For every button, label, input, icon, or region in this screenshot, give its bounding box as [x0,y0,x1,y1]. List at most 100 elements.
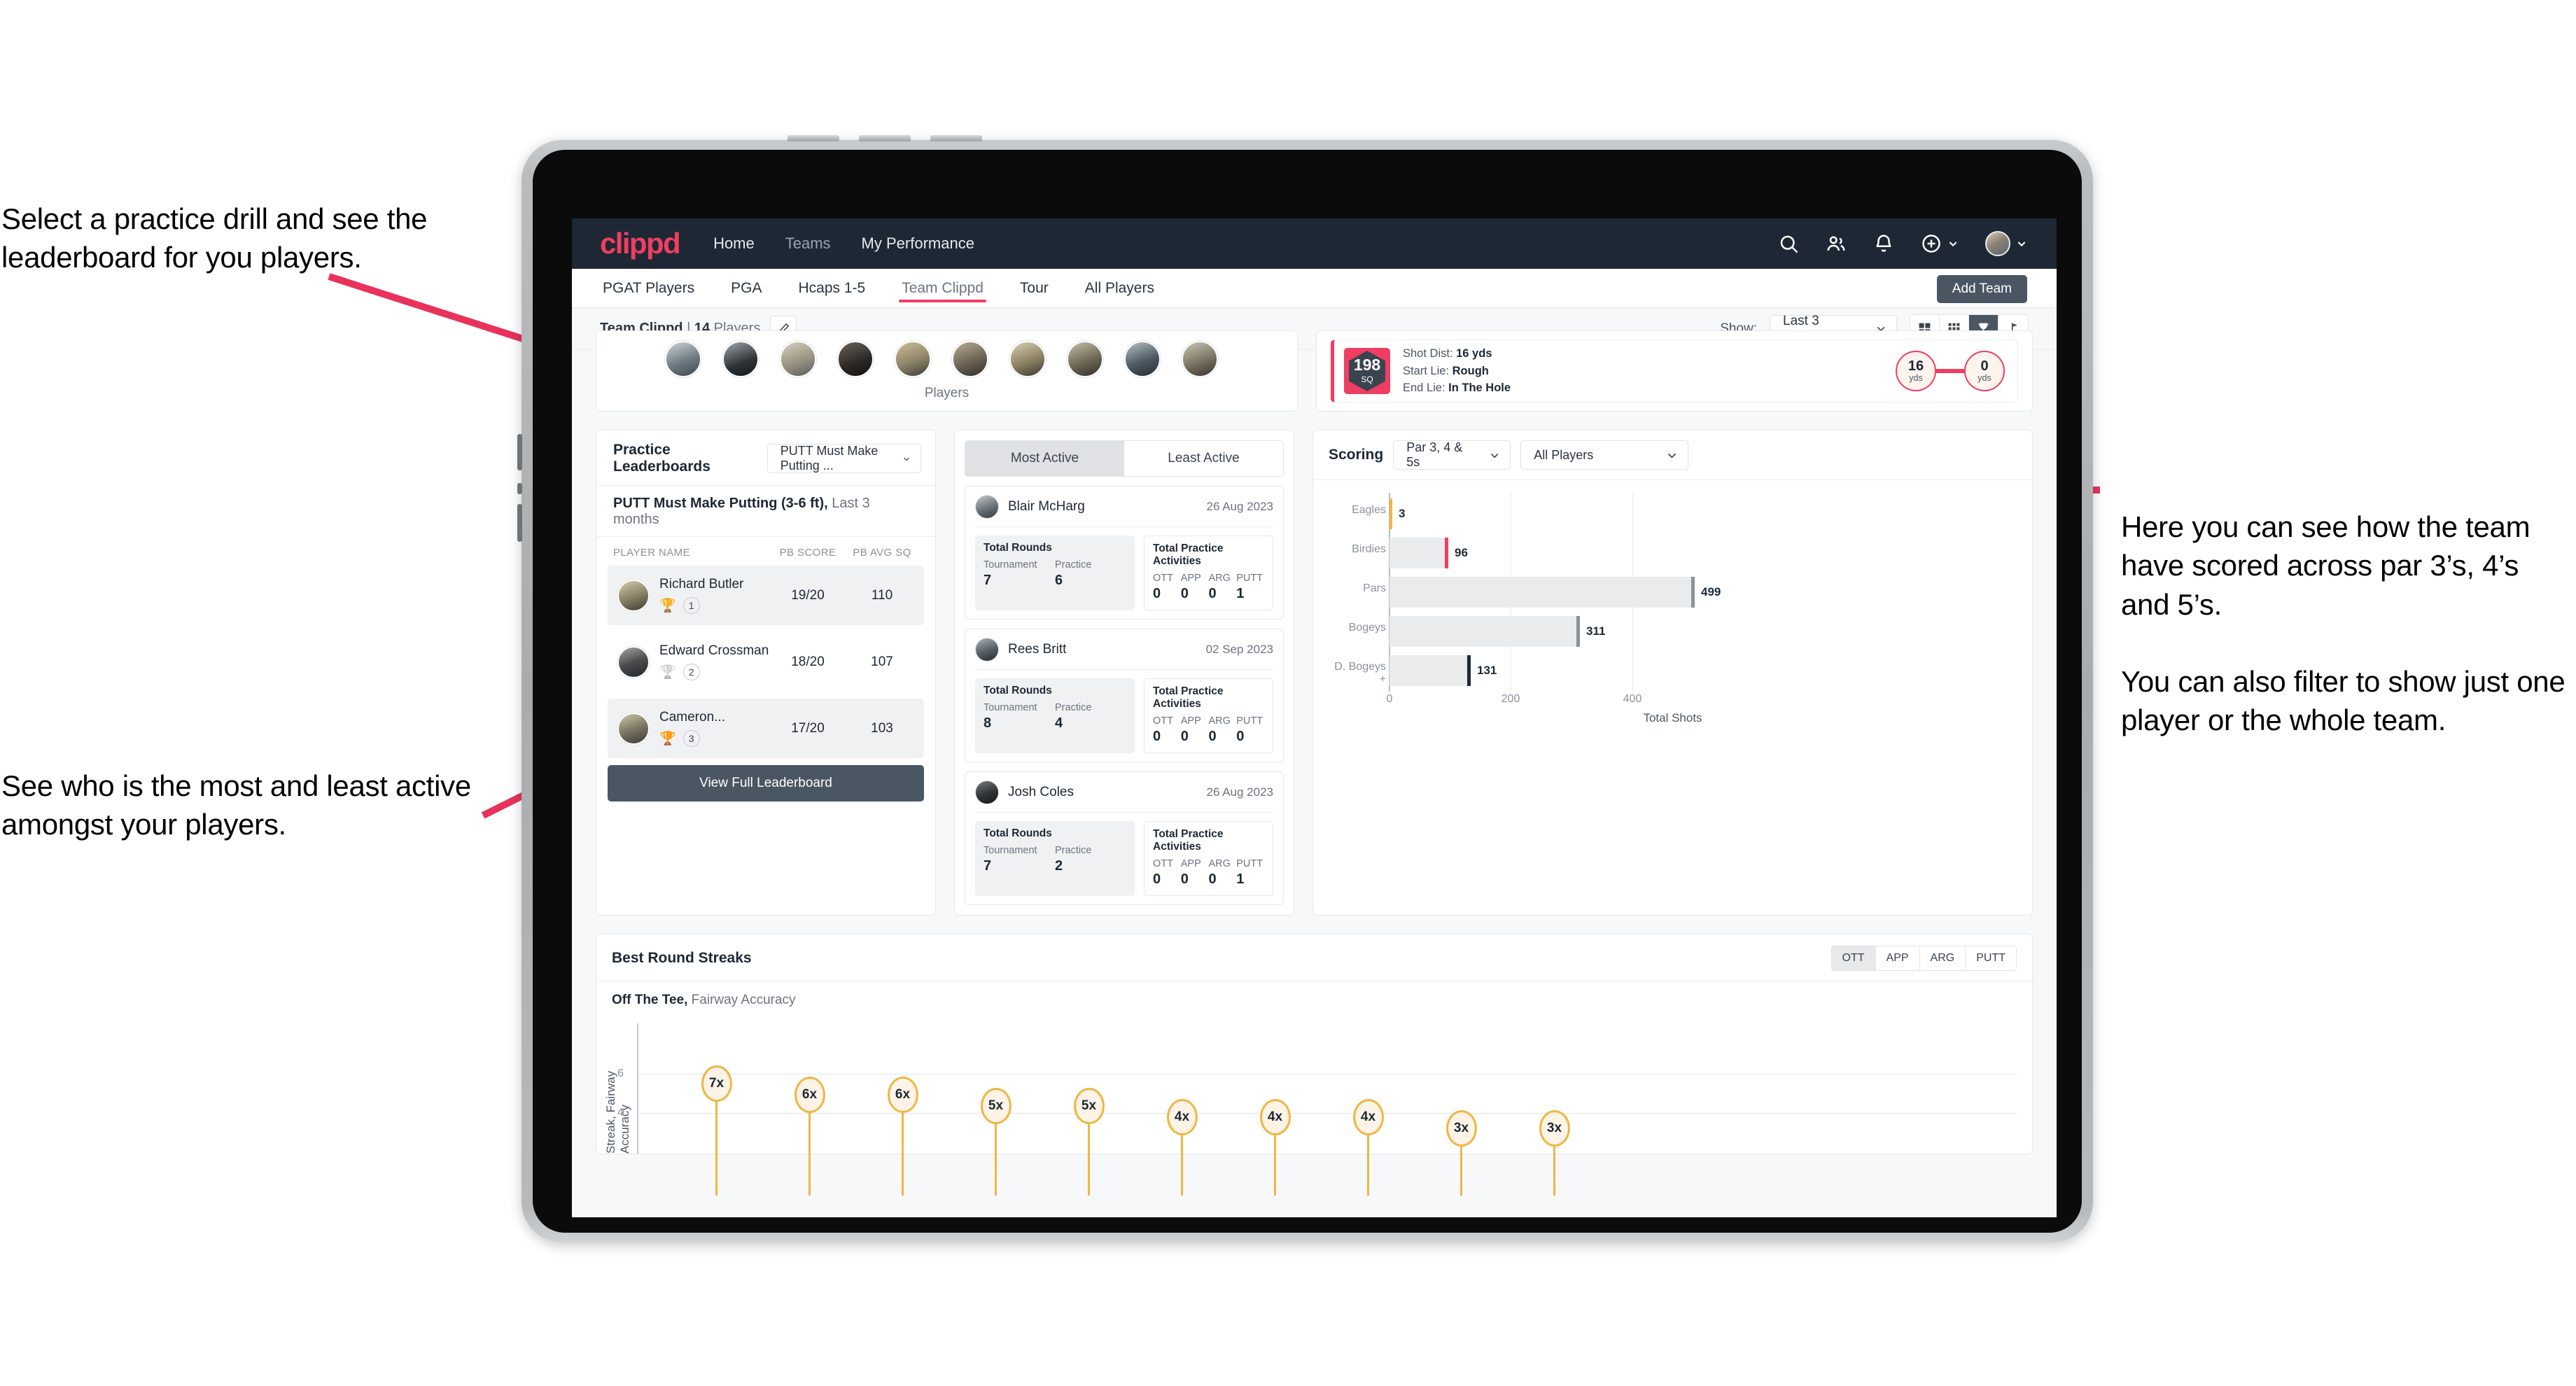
total-rounds-box: Total Rounds Tournament 7 Practice [975,821,1135,896]
end-lie-line: End Lie: In The Hole [1403,379,1511,397]
player-avatar[interactable] [665,341,701,377]
view-full-leaderboard-button[interactable]: View Full Leaderboard [608,765,924,802]
search-icon[interactable] [1778,233,1799,254]
gridline [638,1113,2017,1114]
streak-marker[interactable]: 6x [794,1077,825,1196]
total-rounds-values: Tournament 7 Practice 6 [983,559,1126,589]
total-rounds-title: Total Rounds [983,685,1052,696]
practice-value: 0 [1153,729,1161,744]
end-distance-unit: yds [1977,373,1991,383]
streak-marker[interactable]: 4x [1259,1099,1291,1196]
player-avatar[interactable] [837,341,874,377]
rounds-value: 6 [1055,573,1063,588]
streak-marker[interactable]: 5x [1073,1088,1105,1196]
chevron-down-icon[interactable] [2016,238,2027,249]
tab-most-active[interactable]: Most Active [965,441,1124,476]
streaks-subtitle: Off The Tee, Fairway Accuracy [596,981,2032,1008]
clippd-logo[interactable]: clippd [600,227,681,260]
account-menu[interactable] [1985,231,2027,256]
avatar [617,712,650,745]
nav-actions [1778,231,2027,256]
leaderboard-header: Practice Leaderboards PUTT Must Make Put… [596,430,935,486]
player-avatar[interactable] [722,341,759,377]
table-row[interactable]: Cameron... 🏆 3 17/20 103 [608,699,924,758]
player-avatar[interactable] [952,341,988,377]
tab-arg[interactable]: ARG [1919,946,1966,970]
streak-marker[interactable]: 5x [980,1088,1011,1196]
y-tick-4: 4 [617,1107,624,1119]
tab-putt[interactable]: PUTT [1966,946,2016,970]
nav-link-teams[interactable]: Teams [785,234,831,253]
team-tabs: PGAT Players PGA Hcaps 1-5 Team Clippd T… [572,269,2057,308]
bar-birdies: 96 [1390,538,1468,568]
streak-marker[interactable]: 4x [1352,1099,1384,1196]
people-icon[interactable] [1826,233,1847,254]
tab-ott[interactable]: OTT [1831,946,1876,970]
par-select[interactable]: Par 3, 4 & 5s [1393,440,1511,470]
player-avatar[interactable] [780,341,816,377]
practice-arg: ARG 0 [1209,573,1237,602]
practice-value: 1 [1236,586,1245,601]
bell-icon[interactable] [1873,233,1894,254]
streak-marker[interactable]: 4x [1166,1099,1198,1196]
total-rounds-values: Tournament 7 Practice 2 [983,845,1126,874]
practice-putt: PUTT 1 [1236,573,1264,602]
streak-marker[interactable]: 3x [1539,1110,1570,1196]
end-distance-marker: 0 yds [1964,351,2005,391]
table-row[interactable]: Edward Crossman 🏆 2 18/20 107 [608,632,924,692]
practice-values: OTT 0 APP 0 ARG 0 PUTT 0 [1153,715,1264,745]
player-avatar[interactable] [895,341,931,377]
tab-least-active[interactable]: Least Active [1124,441,1283,476]
app-viewport: clippd Home Teams My Performance PGAT Pl… [572,218,2057,1217]
list-item[interactable]: Rees Britt 02 Sep 2023 Total Rounds Tour… [965,629,1284,762]
chevron-down-icon[interactable] [1947,238,1959,249]
distance-connector [1936,369,1964,373]
streaks-y-axis [637,1023,638,1154]
practice-value: 0 [1180,586,1189,601]
annotation-right-paragraph-1: Here you can see how the team have score… [2121,510,2530,621]
streak-value: 6x [887,1077,918,1113]
leaderboard-player: Edward Crossman 🏆 2 [659,643,770,680]
tablet-volume-up [517,434,522,470]
avatar[interactable] [1985,231,2010,256]
player-avatar[interactable] [1067,341,1103,377]
total-practice-activities-box: Total Practice Activities OTT 0 APP 0 ARG 0… [1144,821,1273,896]
tab-pga[interactable]: PGA [728,269,764,307]
player-avatar[interactable] [1182,341,1218,377]
list-item[interactable]: Josh Coles 26 Aug 2023 Total Rounds Tour… [965,771,1284,905]
player-avatar[interactable] [1124,341,1161,377]
practice-key: OTT [1153,573,1173,584]
tab-all-players[interactable]: All Players [1082,269,1157,307]
tab-team-clippd[interactable]: Team Clippd [899,269,986,307]
practice-value: 0 [1208,586,1217,601]
list-item[interactable]: Blair McHarg 26 Aug 2023 Total Rounds To… [965,486,1284,620]
create-menu[interactable] [1921,233,1959,254]
streak-marker[interactable]: 7x [701,1065,732,1196]
nav-link-my-performance[interactable]: My Performance [862,234,974,253]
plus-circle-icon[interactable] [1921,233,1942,254]
activity-player-header: Blair McHarg 26 Aug 2023 [975,495,1273,527]
activity-player-header: Rees Britt 02 Sep 2023 [975,638,1273,670]
drill-select[interactable]: PUTT Must Make Putting ... [766,444,921,473]
table-row[interactable]: Richard Butler 🏆 1 19/20 110 [608,566,924,625]
nav-link-home[interactable]: Home [713,234,755,253]
add-team-button[interactable]: Add Team [1936,275,2027,303]
pb-score-value: 17/20 [791,720,825,736]
rounds-value: 4 [1055,715,1063,731]
tablet-side-dot [517,483,522,494]
bar-fill [1390,577,1695,608]
tab-tour[interactable]: Tour [1017,269,1051,307]
streak-marker[interactable]: 6x [887,1077,918,1196]
player-name: Richard Butler [659,577,744,592]
shot-dist-label: Shot Dist: [1403,346,1457,360]
player-filter-select[interactable]: All Players [1520,440,1689,470]
tab-hcaps-1-5[interactable]: Hcaps 1-5 [795,269,868,307]
practice-key: PUTT [1236,715,1264,727]
tab-pgat-players[interactable]: PGAT Players [600,269,697,307]
hexagon-icon: 198 SQ [1349,351,1385,391]
tab-app[interactable]: APP [1875,946,1920,970]
activity-player-header: Josh Coles 26 Aug 2023 [975,780,1273,813]
streak-marker[interactable]: 3x [1446,1110,1477,1196]
player-avatar[interactable] [1009,341,1046,377]
rounds-key: Practice [1055,845,1092,856]
